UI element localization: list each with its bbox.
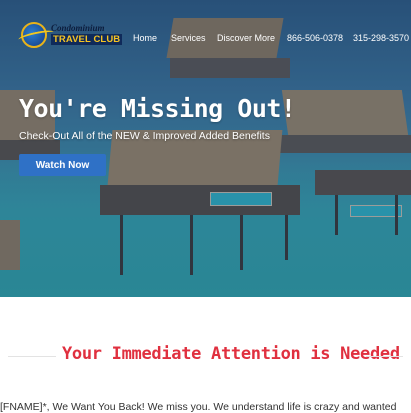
divider-right	[366, 356, 403, 357]
hero-subtitle: Check-Out All of the NEW & Improved Adde…	[19, 130, 270, 142]
section-heading: Your Immediate Attention is Needed	[62, 344, 400, 364]
logo-text-bottom: TRAVEL CLUB	[51, 34, 123, 45]
hero-title: You're Missing Out!	[19, 94, 296, 123]
top-navigation: Condominium TRAVEL CLUB Home Services Di…	[0, 0, 411, 74]
nav-item-phone-2[interactable]: 315-298-3570	[353, 33, 409, 43]
attention-section: Your Immediate Attention is Needed	[0, 344, 411, 368]
nav-item-phone-1[interactable]: 866-506-0378	[287, 33, 343, 43]
watch-now-button[interactable]: Watch Now	[19, 154, 106, 176]
nav-item-services[interactable]: Services	[171, 33, 206, 43]
hero-banner: Condominium TRAVEL CLUB Home Services Di…	[0, 0, 411, 297]
nav-item-discover-more[interactable]: Discover More	[217, 33, 275, 43]
logo-text-top: Condominium	[51, 23, 105, 33]
nav-item-home[interactable]: Home	[133, 33, 157, 43]
section-body-text: [FNAME]*, We Want You Back! We miss you.…	[0, 401, 397, 413]
site-logo[interactable]: Condominium TRAVEL CLUB	[17, 20, 128, 52]
divider-left	[8, 356, 56, 357]
